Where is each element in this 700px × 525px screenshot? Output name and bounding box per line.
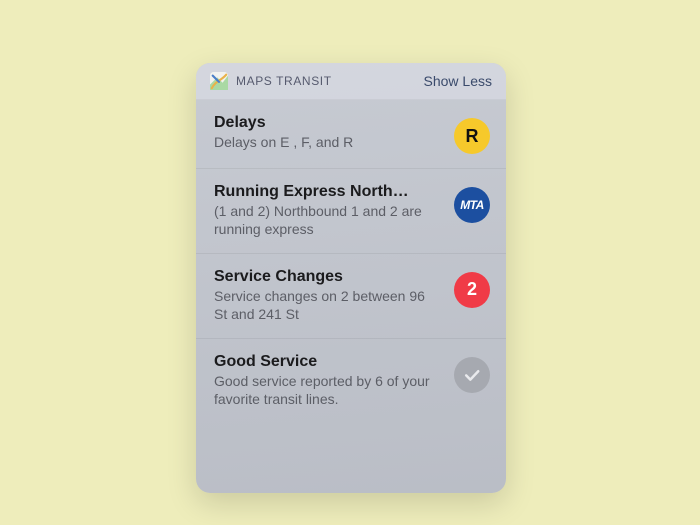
- row-text: Service Changes Service changes on 2 bet…: [214, 268, 442, 324]
- maps-app-icon: [210, 72, 228, 90]
- row-text: Running Express North… (1 and 2) Northbo…: [214, 183, 442, 239]
- row-title: Good Service: [214, 353, 442, 371]
- row-title: Running Express North…: [214, 183, 442, 201]
- transit-alert-row[interactable]: Service Changes Service changes on 2 bet…: [196, 253, 506, 338]
- show-less-button[interactable]: Show Less: [424, 73, 492, 89]
- row-subtitle: Delays on E , F, and R: [214, 134, 442, 152]
- transit-alert-row[interactable]: Delays Delays on E , F, and R R: [196, 99, 506, 168]
- transit-line-r-badge: R: [454, 118, 490, 154]
- row-text: Good Service Good service reported by 6 …: [214, 353, 442, 409]
- row-title: Service Changes: [214, 268, 442, 286]
- transit-alert-row[interactable]: Good Service Good service reported by 6 …: [196, 338, 506, 423]
- widget-header: MAPS TRANSIT Show Less: [196, 63, 506, 99]
- row-subtitle: Service changes on 2 between 96 St and 2…: [214, 288, 442, 324]
- row-subtitle: Good service reported by 6 of your favor…: [214, 373, 442, 409]
- mta-logo-badge: MTA: [454, 187, 490, 223]
- checkmark-icon: [462, 365, 482, 385]
- widget-title: MAPS TRANSIT: [236, 74, 332, 88]
- row-subtitle: (1 and 2) Northbound 1 and 2 are running…: [214, 203, 442, 239]
- good-service-check-badge: [454, 357, 490, 393]
- row-text: Delays Delays on E , F, and R: [214, 114, 442, 152]
- transit-alert-row[interactable]: Running Express North… (1 and 2) Northbo…: [196, 168, 506, 253]
- maps-transit-widget: MAPS TRANSIT Show Less Delays Delays on …: [196, 63, 506, 493]
- row-title: Delays: [214, 114, 442, 132]
- transit-line-2-badge: 2: [454, 272, 490, 308]
